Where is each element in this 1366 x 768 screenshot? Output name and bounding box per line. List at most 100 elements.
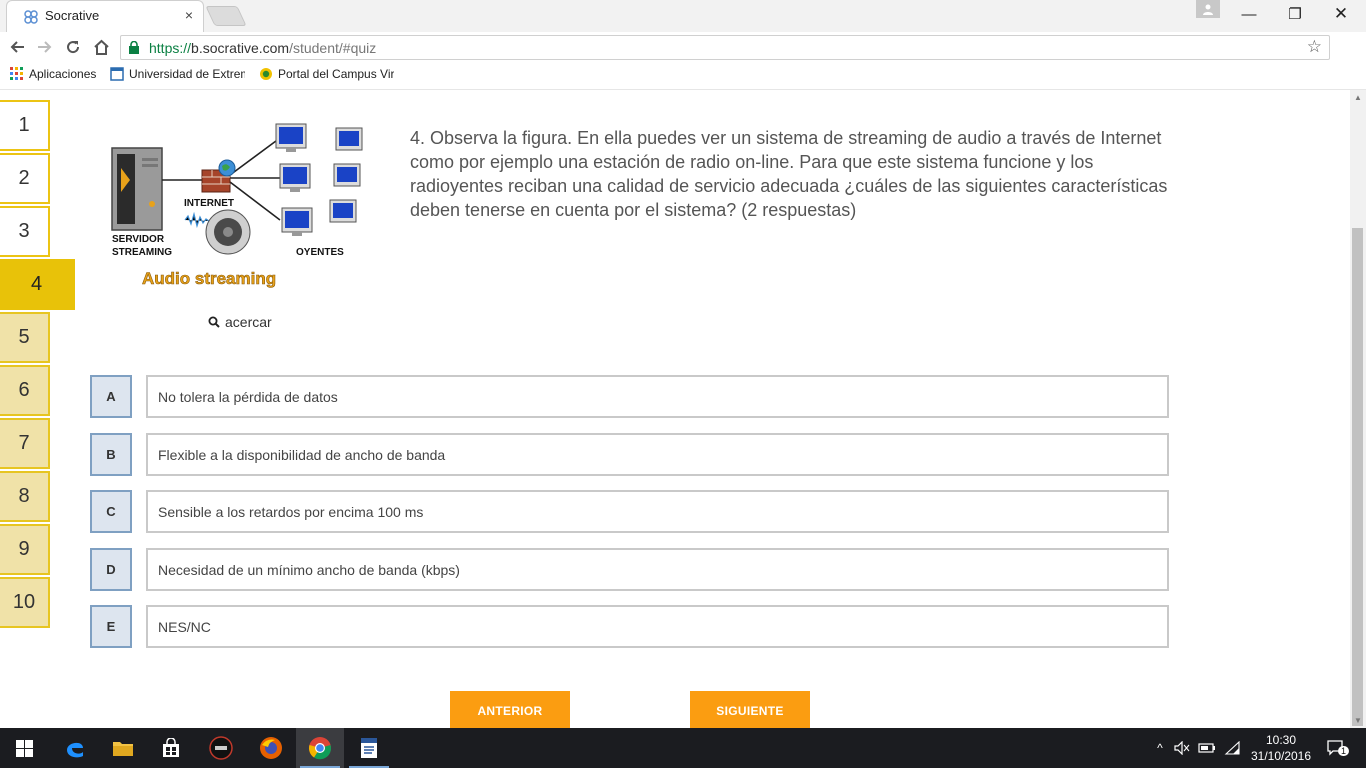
figure-label-streaming: STREAMING xyxy=(112,247,172,258)
bookmark-label: Aplicaciones xyxy=(29,67,97,81)
figure-caption: Audio streaming xyxy=(142,269,276,288)
volume-muted-icon[interactable] xyxy=(1174,741,1190,755)
taskbar-asus-app[interactable] xyxy=(197,728,245,768)
question-nav-item[interactable]: 10 xyxy=(0,577,50,628)
page-viewport: 1 2 3 4 5 6 7 8 9 10 INTERNET SERVIDOR S… xyxy=(0,90,1350,728)
socrative-favicon-icon xyxy=(24,10,38,24)
taskbar-edge[interactable] xyxy=(51,728,99,768)
url-scheme: https:// xyxy=(149,40,192,56)
question-nav-item[interactable]: 3 xyxy=(0,206,50,257)
question-nav-item[interactable]: 8 xyxy=(0,471,50,522)
home-button[interactable] xyxy=(90,36,112,58)
close-window-button[interactable]: ✕ xyxy=(1318,0,1364,28)
magnifier-icon xyxy=(208,316,220,328)
bookmark-universidad[interactable]: Universidad de Extrem xyxy=(110,67,245,81)
edge-icon xyxy=(67,742,83,758)
figure-label-servidor: SERVIDOR xyxy=(112,234,165,245)
maximize-button[interactable]: ❐ xyxy=(1272,0,1318,28)
figure-label-internet: INTERNET xyxy=(184,198,234,209)
university-page-icon xyxy=(110,67,124,81)
scroll-up-icon[interactable]: ▲ xyxy=(1354,93,1362,102)
chrome-icon xyxy=(308,737,332,760)
answer-letter-e[interactable]: E xyxy=(90,605,132,648)
address-bar[interactable]: https://b.socrative.com/student/#quiz ☆ xyxy=(120,35,1330,60)
listener-computers-icon xyxy=(275,123,363,236)
windows-logo-icon xyxy=(15,739,33,757)
system-tray: ^ xyxy=(1152,728,1240,768)
server-icon xyxy=(111,147,163,231)
bookmark-campus[interactable]: Portal del Campus Vir xyxy=(259,67,394,81)
previous-button[interactable]: ANTERIOR xyxy=(450,691,570,728)
answer-option-d[interactable]: Necesidad de un mínimo ancho de banda (k… xyxy=(146,548,1169,591)
tray-chevron-up-icon[interactable]: ^ xyxy=(1152,741,1168,755)
tab-strip: Socrative × — ❐ ✕ xyxy=(0,0,1366,32)
clock-time: 10:30 xyxy=(1265,733,1297,747)
answer-letter-d[interactable]: D xyxy=(90,548,132,591)
answer-letter-a[interactable]: A xyxy=(90,375,132,418)
start-button[interactable] xyxy=(0,728,48,768)
asus-app-icon xyxy=(209,736,233,760)
wifi-icon[interactable] xyxy=(1224,741,1240,755)
question-nav-item-current[interactable]: 4 xyxy=(0,259,75,310)
firewall-globe-icon xyxy=(201,159,236,193)
campus-portal-icon xyxy=(260,68,272,80)
arrow-right-icon xyxy=(38,41,52,53)
zoom-label: acercar xyxy=(225,314,272,330)
reload-button[interactable] xyxy=(62,36,84,58)
taskbar-file-explorer[interactable] xyxy=(99,728,147,768)
question-nav-item[interactable]: 1 xyxy=(0,100,50,151)
arrow-left-icon xyxy=(10,41,24,53)
bookmarks-bar: Aplicaciones Universidad de Extrem Porta… xyxy=(0,62,1366,90)
clock-date: 31/10/2016 xyxy=(1250,749,1312,763)
folder-icon xyxy=(113,742,133,756)
tab-close-icon[interactable]: × xyxy=(185,7,193,23)
answer-option-b[interactable]: Flexible a la disponibilidad de ancho de… xyxy=(146,433,1169,476)
bookmark-apps[interactable]: Aplicaciones xyxy=(10,67,96,81)
bookmark-star-icon[interactable]: ☆ xyxy=(1307,37,1322,57)
answer-option-c[interactable]: Sensible a los retardos por encima 100 m… xyxy=(146,490,1169,533)
apps-grid-icon xyxy=(10,67,23,80)
firefox-icon xyxy=(260,737,282,759)
question-figure[interactable]: INTERNET SERVIDOR STREAMING OYENTES Audi… xyxy=(90,120,390,310)
question-nav-item[interactable]: 9 xyxy=(0,524,50,575)
user-icon xyxy=(1203,4,1213,15)
battery-icon[interactable] xyxy=(1198,742,1216,754)
answer-option-a[interactable]: No tolera la pérdida de datos xyxy=(146,375,1169,418)
profile-button[interactable] xyxy=(1196,0,1220,18)
document-icon xyxy=(361,738,377,758)
speaker-icon xyxy=(205,209,251,255)
reload-icon xyxy=(67,41,80,54)
store-bag-icon xyxy=(163,738,179,757)
zoom-link[interactable]: acercar xyxy=(208,314,272,330)
taskbar-chrome[interactable] xyxy=(296,728,344,768)
back-button[interactable] xyxy=(6,36,28,58)
question-nav-item[interactable]: 7 xyxy=(0,418,50,469)
taskbar-word-document[interactable] xyxy=(345,728,393,768)
minimize-button[interactable]: — xyxy=(1226,0,1272,28)
answer-option-e[interactable]: NES/NC xyxy=(146,605,1169,648)
taskbar: ^ 10:30 31/10/2016 1 xyxy=(0,728,1366,768)
taskbar-firefox[interactable] xyxy=(247,728,295,768)
forward-button[interactable] xyxy=(34,36,56,58)
question-nav-item[interactable]: 6 xyxy=(0,365,50,416)
question-nav-item[interactable]: 2 xyxy=(0,153,50,204)
new-tab-button[interactable] xyxy=(205,6,247,26)
scroll-down-icon[interactable]: ▼ xyxy=(1354,716,1362,725)
bookmark-label: Universidad de Extrem xyxy=(129,67,245,81)
taskbar-store[interactable] xyxy=(147,728,195,768)
url-path: /student/#quiz xyxy=(289,40,377,56)
scrollbar-thumb[interactable] xyxy=(1352,228,1363,726)
url-text: https://b.socrative.com/student/#quiz xyxy=(149,40,376,56)
browser-tab[interactable]: Socrative × xyxy=(6,0,204,32)
next-button[interactable]: SIGUIENTE xyxy=(690,691,810,728)
home-icon xyxy=(93,39,109,55)
sound-wave-icon xyxy=(184,211,210,229)
browser-toolbar: https://b.socrative.com/student/#quiz ☆ … xyxy=(0,32,1366,92)
question-text: 4. Observa la figura. En ella puedes ver… xyxy=(410,128,1168,220)
question-nav-item[interactable]: 5 xyxy=(0,312,50,363)
taskbar-clock[interactable]: 10:30 31/10/2016 xyxy=(1246,732,1316,764)
answer-letter-c[interactable]: C xyxy=(90,490,132,533)
page-scrollbar[interactable]: ▲ ▼ xyxy=(1350,90,1366,728)
answer-letter-b[interactable]: B xyxy=(90,433,132,476)
action-center-button[interactable]: 1 xyxy=(1324,728,1350,768)
